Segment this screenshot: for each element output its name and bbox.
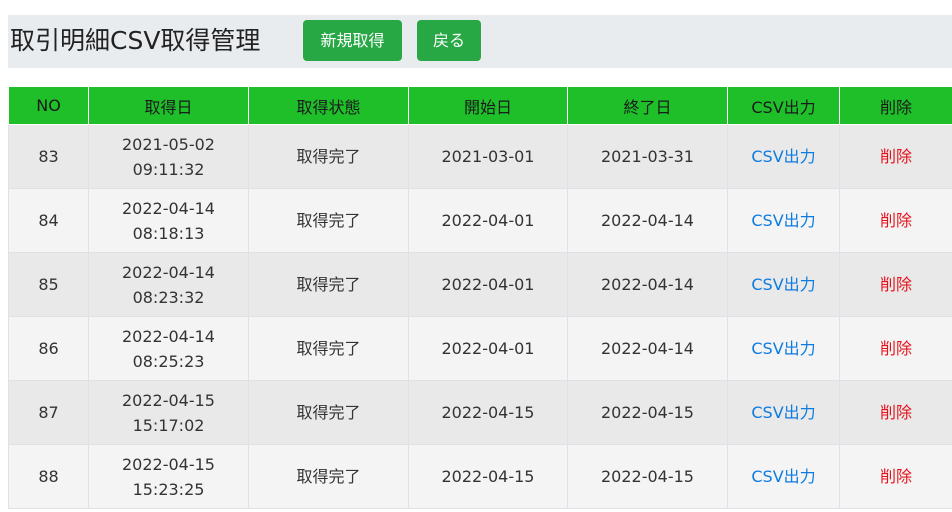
cell-csv: CSV出力 — [727, 252, 840, 317]
back-button[interactable]: 戻る — [417, 20, 481, 61]
fetch-date: 2022-04-14 — [122, 198, 215, 218]
cell-status: 取得完了 — [248, 188, 409, 253]
cell-end-date: 2022-04-14 — [567, 252, 728, 317]
column-header-status: 取得状態 — [248, 86, 409, 125]
cell-no: 84 — [8, 188, 89, 253]
cell-csv: CSV出力 — [727, 380, 840, 445]
cell-start-date: 2022-04-01 — [408, 188, 568, 253]
cell-fetch-datetime: 2022-04-14 08:23:32 — [88, 252, 249, 317]
table-row: 88 2022-04-15 15:23:25 取得完了 2022-04-15 20… — [8, 444, 952, 509]
cell-delete: 削除 — [839, 444, 952, 509]
fetch-time: 08:18:13 — [132, 223, 205, 243]
cell-fetch-datetime: 2022-04-15 15:17:02 — [88, 380, 249, 445]
table-row: 87 2022-04-15 15:17:02 取得完了 2022-04-15 20… — [8, 380, 952, 445]
fetch-date: 2022-04-15 — [122, 390, 215, 410]
fetch-time: 08:25:23 — [132, 351, 205, 371]
cell-no: 83 — [8, 124, 89, 189]
cell-start-date: 2022-04-15 — [408, 444, 568, 509]
page-header: 取引明細CSV取得管理 新規取得 戻る — [8, 15, 952, 68]
cell-no: 85 — [8, 252, 89, 317]
table-row: 86 2022-04-14 08:25:23 取得完了 2022-04-01 20… — [8, 316, 952, 381]
table-row: 85 2022-04-14 08:23:32 取得完了 2022-04-01 20… — [8, 252, 952, 317]
delete-link[interactable]: 削除 — [880, 339, 912, 358]
fetch-date: 2022-04-15 — [122, 454, 215, 474]
fetch-date: 2021-05-02 — [122, 134, 215, 154]
delete-link[interactable]: 削除 — [880, 275, 912, 294]
cell-csv: CSV出力 — [727, 188, 840, 253]
fetch-time: 15:17:02 — [132, 415, 205, 435]
delete-link[interactable]: 削除 — [880, 467, 912, 486]
table-header-row: NO 取得日 取得状態 開始日 終了日 CSV出力 削除 — [8, 86, 952, 125]
fetch-date: 2022-04-14 — [122, 326, 215, 346]
delete-link[interactable]: 削除 — [880, 147, 912, 166]
cell-fetch-datetime: 2022-04-14 08:25:23 — [88, 316, 249, 381]
delete-link[interactable]: 削除 — [880, 211, 912, 230]
csv-output-link[interactable]: CSV出力 — [751, 147, 815, 166]
cell-csv: CSV出力 — [727, 124, 840, 189]
cell-csv: CSV出力 — [727, 444, 840, 509]
cell-end-date: 2022-04-14 — [567, 316, 728, 381]
cell-status: 取得完了 — [248, 444, 409, 509]
cell-start-date: 2021-03-01 — [408, 124, 568, 189]
csv-output-link[interactable]: CSV出力 — [751, 467, 815, 486]
cell-csv: CSV出力 — [727, 316, 840, 381]
cell-delete: 削除 — [839, 252, 952, 317]
cell-no: 86 — [8, 316, 89, 381]
page-title: 取引明細CSV取得管理 — [10, 26, 261, 55]
column-header-csv-output: CSV出力 — [727, 86, 840, 125]
cell-start-date: 2022-04-01 — [408, 316, 568, 381]
cell-start-date: 2022-04-01 — [408, 252, 568, 317]
fetch-date: 2022-04-14 — [122, 262, 215, 282]
column-header-no: NO — [8, 86, 89, 125]
cell-end-date: 2022-04-15 — [567, 444, 728, 509]
cell-no: 88 — [8, 444, 89, 509]
cell-status: 取得完了 — [248, 316, 409, 381]
table-row: 84 2022-04-14 08:18:13 取得完了 2022-04-01 20… — [8, 188, 952, 253]
cell-status: 取得完了 — [248, 380, 409, 445]
column-header-delete: 削除 — [839, 86, 952, 125]
csv-output-link[interactable]: CSV出力 — [751, 339, 815, 358]
cell-status: 取得完了 — [248, 124, 409, 189]
cell-end-date: 2021-03-31 — [567, 124, 728, 189]
csv-output-link[interactable]: CSV出力 — [751, 275, 815, 294]
cell-status: 取得完了 — [248, 252, 409, 317]
cell-fetch-datetime: 2022-04-15 15:23:25 — [88, 444, 249, 509]
column-header-end-date: 終了日 — [567, 86, 728, 125]
column-header-start-date: 開始日 — [408, 86, 568, 125]
csv-output-link[interactable]: CSV出力 — [751, 211, 815, 230]
cell-end-date: 2022-04-15 — [567, 380, 728, 445]
cell-fetch-datetime: 2022-04-14 08:18:13 — [88, 188, 249, 253]
cell-fetch-datetime: 2021-05-02 09:11:32 — [88, 124, 249, 189]
fetch-time: 15:23:25 — [132, 479, 205, 499]
fetch-time: 09:11:32 — [132, 159, 205, 179]
cell-start-date: 2022-04-15 — [408, 380, 568, 445]
csv-output-link[interactable]: CSV出力 — [751, 403, 815, 422]
cell-delete: 削除 — [839, 380, 952, 445]
cell-no: 87 — [8, 380, 89, 445]
table-row: 83 2021-05-02 09:11:32 取得完了 2021-03-01 20… — [8, 124, 952, 189]
fetch-time: 08:23:32 — [132, 287, 205, 307]
new-fetch-button[interactable]: 新規取得 — [303, 20, 402, 61]
column-header-fetch-date: 取得日 — [88, 86, 249, 125]
delete-link[interactable]: 削除 — [880, 403, 912, 422]
cell-end-date: 2022-04-14 — [567, 188, 728, 253]
csv-history-table: NO 取得日 取得状態 開始日 終了日 CSV出力 削除 83 2021-05-… — [8, 86, 952, 509]
cell-delete: 削除 — [839, 124, 952, 189]
cell-delete: 削除 — [839, 316, 952, 381]
cell-delete: 削除 — [839, 188, 952, 253]
